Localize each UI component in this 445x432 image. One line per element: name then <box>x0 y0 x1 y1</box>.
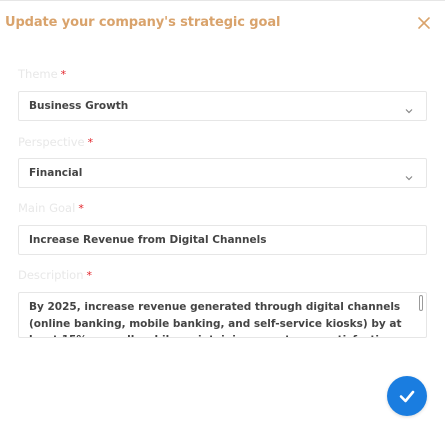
perspective-label-text: Perspective <box>18 135 85 149</box>
theme-select[interactable]: Business Growth <box>18 91 427 121</box>
theme-required-mark: * <box>60 68 67 81</box>
description-value: By 2025, increase revenue generated thro… <box>29 301 402 337</box>
dialog-title: Update your company's strategic goal <box>5 15 281 30</box>
description-label-text: Description <box>18 268 84 282</box>
theme-value: Business Growth <box>29 100 129 112</box>
perspective-label: Perspective * <box>18 135 93 149</box>
theme-label: Theme * <box>18 67 66 81</box>
top-border <box>0 0 445 1</box>
main-goal-input[interactable]: Increase Revenue from Digital Channels <box>18 225 427 255</box>
checkmark-icon <box>399 390 415 403</box>
confirm-button[interactable] <box>387 376 427 416</box>
close-icon[interactable] <box>416 15 432 31</box>
main-goal-label-text: Main Goal <box>18 201 76 215</box>
description-label: Description * <box>18 268 92 282</box>
perspective-required-mark: * <box>87 136 94 149</box>
perspective-value: Financial <box>29 167 83 179</box>
description-scrollbar[interactable] <box>419 295 423 311</box>
chevron-down-icon <box>404 168 414 181</box>
theme-label-text: Theme <box>18 67 58 81</box>
resize-handle-icon[interactable] <box>418 329 426 337</box>
chevron-down-icon <box>404 101 414 114</box>
main-goal-label: Main Goal * <box>18 201 84 215</box>
description-textarea[interactable]: By 2025, increase revenue generated thro… <box>18 292 427 338</box>
description-required-mark: * <box>86 269 93 282</box>
main-goal-value: Increase Revenue from Digital Channels <box>29 234 267 246</box>
perspective-select[interactable]: Financial <box>18 158 427 188</box>
main-goal-required-mark: * <box>78 202 84 215</box>
